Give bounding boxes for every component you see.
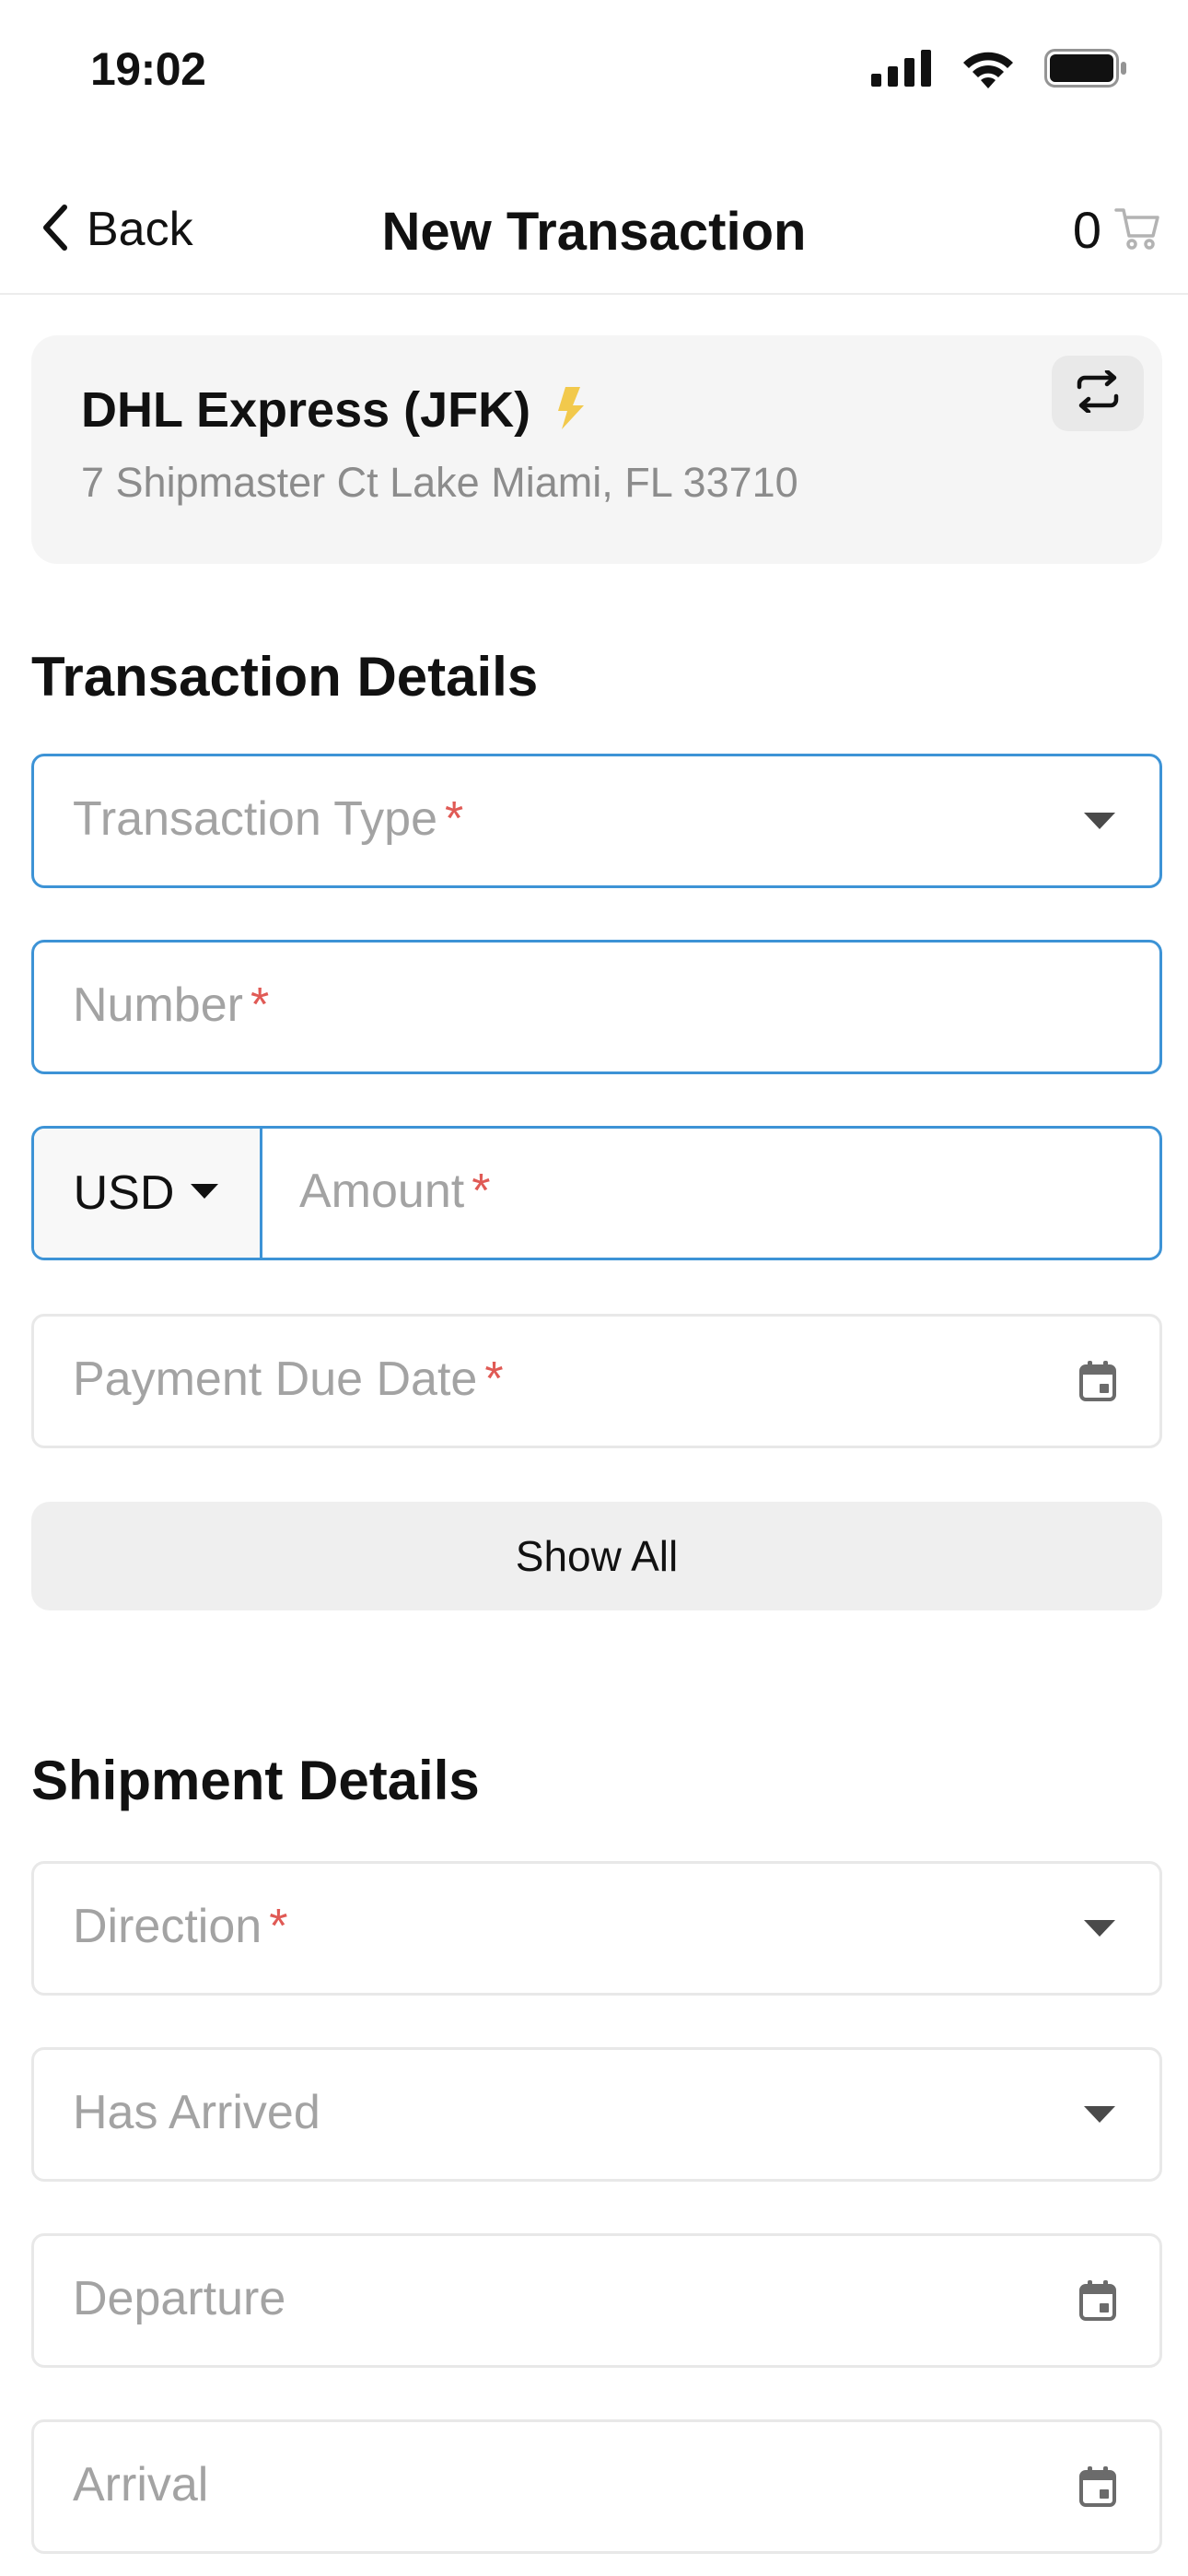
page-title: New Transaction (381, 202, 807, 262)
currency-value: USD (73, 1166, 175, 1220)
caret-down-icon (1082, 1918, 1117, 1938)
cellular-signal-icon (871, 50, 932, 91)
number-input[interactable]: Number * (31, 940, 1162, 1074)
new-transaction-screen: 19:02 Back New Transaction 0 DHL Express… (0, 0, 1188, 2576)
shipment-details-title: Shipment Details (31, 1750, 480, 1811)
wifi-icon (960, 48, 1017, 93)
calendar-icon[interactable] (1078, 2279, 1117, 2322)
cart-icon (1114, 205, 1160, 255)
swap-icon (1074, 369, 1122, 417)
direction-select[interactable]: Direction * (31, 1861, 1162, 1996)
caret-down-icon (1082, 2104, 1117, 2125)
departure-label: Departure (73, 2272, 286, 2325)
transaction-type-label: Transaction Type * (73, 792, 464, 846)
required-mark: * (250, 978, 270, 1032)
merchant-card: DHL Express (JFK) 7 Shipmaster Ct Lake M… (31, 335, 1162, 564)
number-label: Number * (73, 978, 270, 1032)
amount-field: USD Amount * (31, 1126, 1162, 1260)
amount-input[interactable]: Amount * (299, 1164, 490, 1219)
lightning-icon (554, 385, 586, 436)
status-icons (871, 48, 1127, 93)
transaction-details-title: Transaction Details (31, 646, 539, 708)
caret-down-icon (1082, 811, 1117, 831)
required-mark: * (472, 1165, 491, 1218)
payment-due-date-input[interactable]: Payment Due Date * (31, 1314, 1162, 1448)
transaction-type-select[interactable]: Transaction Type * (31, 754, 1162, 888)
required-mark: * (269, 1900, 288, 1953)
navigation-bar: Back New Transaction 0 (0, 175, 1188, 295)
status-bar: 19:02 (0, 0, 1188, 138)
has-arrived-label: Has Arrived (73, 2086, 320, 2139)
merchant-name: DHL Express (JFK) (81, 382, 531, 438)
cart-count: 0 (1072, 200, 1101, 259)
direction-label: Direction * (73, 1900, 288, 1953)
cart-button[interactable]: 0 (1073, 197, 1160, 262)
caret-down-icon (189, 1182, 220, 1205)
required-mark: * (445, 792, 464, 846)
payment-due-date-label: Payment Due Date * (73, 1352, 504, 1406)
has-arrived-select[interactable]: Has Arrived (31, 2047, 1162, 2182)
switch-merchant-button[interactable] (1052, 356, 1144, 431)
calendar-icon[interactable] (1078, 1360, 1117, 1402)
merchant-name-row: DHL Express (JFK) (81, 381, 586, 439)
currency-select[interactable]: USD (34, 1129, 262, 1258)
departure-input[interactable]: Departure (31, 2233, 1162, 2368)
status-time: 19:02 (90, 43, 206, 95)
arrival-input[interactable]: Arrival (31, 2419, 1162, 2554)
battery-icon (1044, 49, 1127, 92)
arrival-label: Arrival (73, 2458, 209, 2512)
required-mark: * (484, 1352, 504, 1406)
merchant-address: 7 Shipmaster Ct Lake Miami, FL 33710 (81, 459, 798, 506)
calendar-icon[interactable] (1078, 2465, 1117, 2508)
show-all-button[interactable]: Show All (31, 1502, 1162, 1610)
